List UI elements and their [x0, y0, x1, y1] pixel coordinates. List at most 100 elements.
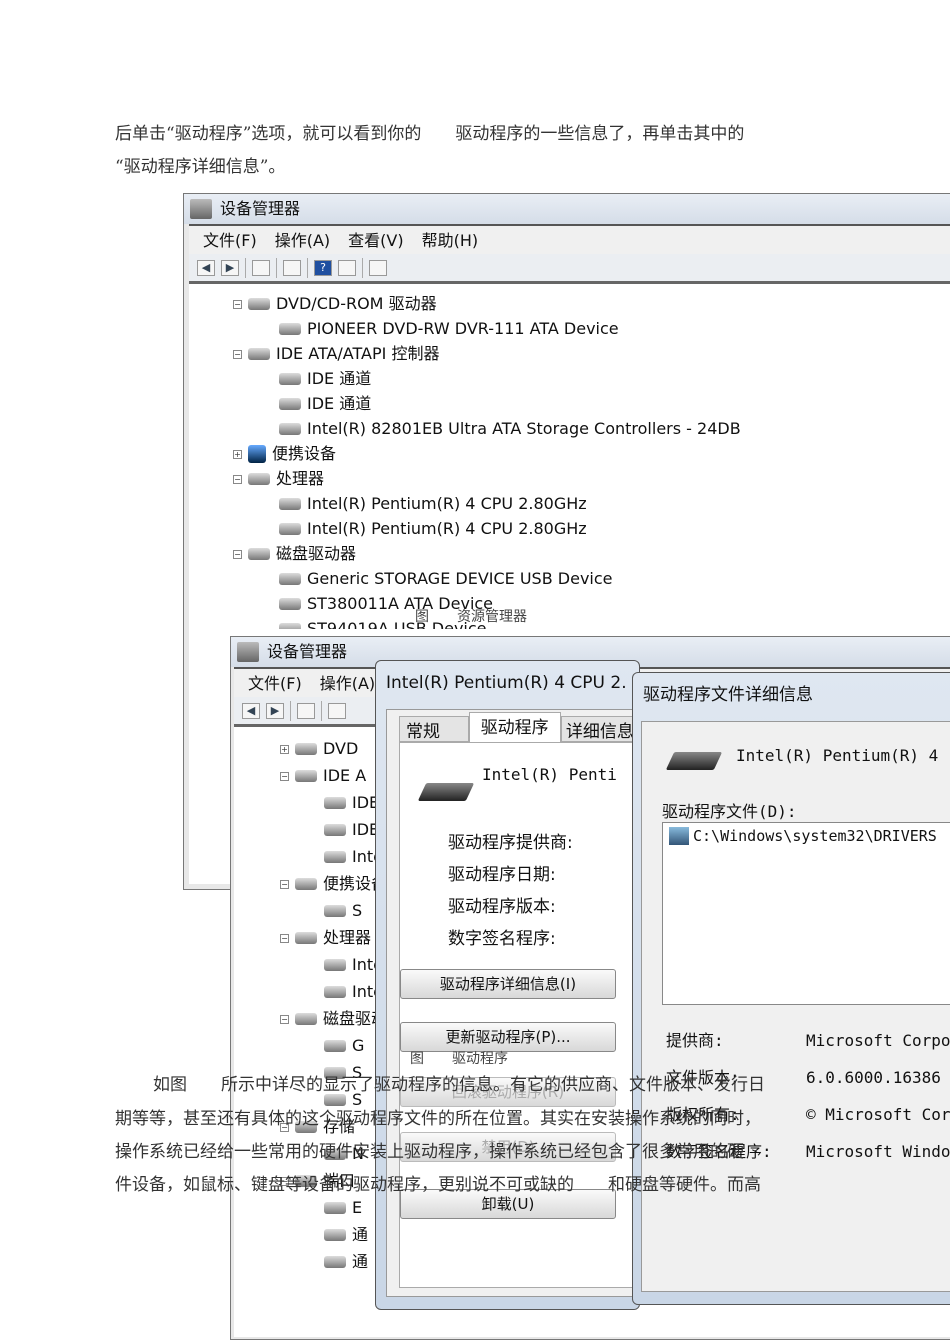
- menu-file[interactable]: 文件(F): [248, 669, 302, 697]
- collapse-icon[interactable]: −: [280, 879, 289, 889]
- device-icon: [279, 573, 301, 585]
- tree-node-label: 处理器: [323, 928, 372, 947]
- back-icon[interactable]: ◀: [242, 702, 260, 719]
- tree-node[interactable]: − 便携设备: [280, 872, 387, 896]
- tree-node[interactable]: − 处理器: [233, 467, 324, 491]
- tree-node[interactable]: + 便携设备: [233, 442, 336, 466]
- tree-node[interactable]: − IDE ATA/ATAPI 控制器: [233, 342, 439, 366]
- file-property-row: 提供商: Microsoft Corporation: [666, 1022, 950, 1059]
- collapse-icon[interactable]: −: [280, 771, 289, 781]
- device-manager-icon: [190, 199, 212, 219]
- tree-node[interactable]: G: [324, 1034, 364, 1058]
- tree-node[interactable]: − DVD/CD-ROM 驱动器: [233, 292, 437, 316]
- property-key: 提供商:: [666, 1031, 724, 1050]
- window-title: 设备管理器: [267, 642, 348, 661]
- device-icon: [279, 398, 301, 410]
- view-icon[interactable]: [338, 259, 356, 276]
- digital-signer-label: 数字签名程序:: [448, 929, 556, 949]
- show-hide-tree-icon[interactable]: [297, 702, 315, 719]
- menu-help[interactable]: 帮助(H): [422, 226, 479, 254]
- tab-driver[interactable]: 驱动程序: [468, 712, 561, 742]
- tree-node[interactable]: Intel(R) Pentium(R) 4 CPU 2.80GHz: [279, 517, 587, 541]
- tab-details[interactable]: 详细信息: [560, 716, 638, 742]
- tree-node-label: 处理器: [276, 469, 325, 488]
- menu-action[interactable]: 操作(A): [275, 226, 330, 254]
- tree-node[interactable]: Intel(R) 82801EB Ultra ATA Storage Contr…: [279, 417, 741, 441]
- device-icon: [324, 1256, 346, 1268]
- device-icon: [295, 1013, 317, 1025]
- dialog-title: Intel(R) Pentium(R) 4 CPU 2.: [386, 673, 627, 693]
- device-icon: [324, 959, 346, 971]
- driver-file-item[interactable]: C:\Windows\system32\DRIVERS: [663, 823, 950, 849]
- collapse-icon[interactable]: −: [233, 349, 242, 359]
- body-line-2: 期等等，甚至还有具体的这个驱动程序文件的所在位置。其实在安装操作系统的同时，: [115, 1109, 761, 1129]
- device-icon: [324, 851, 346, 863]
- file-path: C:\Windows\system32\DRIVERS: [693, 827, 937, 845]
- tree-node[interactable]: − 磁盘驱动器: [233, 542, 356, 566]
- device-icon: [324, 824, 346, 836]
- tree-node[interactable]: IDE: [324, 791, 379, 815]
- menu-file[interactable]: 文件(F): [203, 226, 257, 254]
- back-icon[interactable]: ◀: [197, 259, 215, 276]
- tree-node-label: G: [352, 1036, 365, 1055]
- menu-action[interactable]: 操作(A): [320, 669, 375, 697]
- collapse-icon[interactable]: −: [280, 1014, 289, 1024]
- cpu-chip-icon: [665, 752, 723, 770]
- device-icon: [248, 298, 270, 310]
- driver-files-list[interactable]: C:\Windows\system32\DRIVERS: [662, 822, 950, 1005]
- file-icon: [669, 827, 689, 845]
- forward-icon[interactable]: ▶: [221, 259, 239, 276]
- help-icon[interactable]: ?: [314, 259, 332, 276]
- tree-node[interactable]: S: [324, 899, 362, 923]
- driver-details-button[interactable]: 驱动程序详细信息(I): [400, 969, 616, 999]
- collapse-icon[interactable]: −: [280, 933, 289, 943]
- body-line-4: 件设备，如鼠标、键盘等设备的驱动程序，更别说不可或缺的 和硬盘等硬件。而高: [115, 1175, 761, 1195]
- driver-file-details-dialog: 驱动程序文件详细信息 Intel(R) Pentium(R) 4 驱动程序文件(…: [632, 672, 950, 1305]
- property-value: 6.0.6000.16386: [806, 1068, 941, 1087]
- show-hide-tree-icon[interactable]: [252, 259, 270, 276]
- tree-node[interactable]: − 处理器: [280, 926, 371, 950]
- properties-icon[interactable]: [328, 702, 346, 719]
- forward-icon[interactable]: ▶: [266, 702, 284, 719]
- tree-node[interactable]: IDE 通道: [279, 392, 371, 416]
- tree-node-label: IDE ATA/ATAPI 控制器: [276, 344, 440, 363]
- tree-node-label: DVD/CD-ROM 驱动器: [276, 294, 437, 313]
- tree-node-label: Intel(R) Pentium(R) 4 CPU 2.80GHz: [307, 519, 587, 538]
- scan-hardware-icon[interactable]: [369, 259, 387, 276]
- driver-provider-label: 驱动程序提供商:: [448, 833, 573, 853]
- tree-node-label: 通: [352, 1225, 369, 1244]
- property-value: Microsoft Corporation: [806, 1031, 950, 1050]
- device-icon: [279, 323, 301, 335]
- tree-node-label: Intel(R) Pentium(R) 4 CPU 2.80GHz: [307, 494, 587, 513]
- tree-node[interactable]: IDE: [324, 818, 379, 842]
- tree-node[interactable]: 通: [324, 1250, 368, 1274]
- menu-bar: 文件(F) 操作(A) 查看(V) 帮助(H): [189, 224, 950, 254]
- tree-node[interactable]: 通: [324, 1223, 368, 1247]
- expand-icon[interactable]: +: [280, 744, 289, 754]
- device-name: Intel(R) Penti: [482, 765, 617, 784]
- tree-node[interactable]: + DVD: [280, 737, 358, 761]
- device-icon: [279, 623, 301, 629]
- cpu-chip-icon: [417, 783, 475, 801]
- intro-line-2: “驱动程序详细信息”。: [115, 157, 286, 177]
- collapse-icon[interactable]: −: [233, 474, 242, 484]
- tree-node[interactable]: − IDE A: [280, 764, 366, 788]
- property-value: Microsoft Windows: [806, 1142, 950, 1161]
- expand-icon[interactable]: +: [233, 449, 242, 459]
- tree-node[interactable]: Intel(R) Pentium(R) 4 CPU 2.80GHz: [279, 492, 587, 516]
- device-tree: − DVD/CD-ROM 驱动器 PIONEER DVD-RW DVR-111 AT…: [189, 284, 950, 629]
- menu-view[interactable]: 查看(V): [348, 226, 403, 254]
- tree-node[interactable]: IDE 通道: [279, 367, 371, 391]
- device-icon: [324, 905, 346, 917]
- device-icon: [279, 523, 301, 535]
- body-line-3: 操作系统已经给一些常用的硬件安装上驱动程序，操作系统已经包含了很多常用的硬: [115, 1142, 744, 1162]
- tree-node-label: S: [352, 901, 363, 920]
- tab-general[interactable]: 常规: [399, 716, 469, 742]
- properties-icon[interactable]: [283, 259, 301, 276]
- collapse-icon[interactable]: −: [233, 299, 242, 309]
- device-icon: [295, 770, 317, 782]
- property-value: © Microsoft Corporation: [806, 1105, 950, 1124]
- collapse-icon[interactable]: −: [233, 549, 242, 559]
- tree-node[interactable]: PIONEER DVD-RW DVR-111 ATA Device: [279, 317, 619, 341]
- tree-node[interactable]: Generic STORAGE DEVICE USB Device: [279, 567, 613, 591]
